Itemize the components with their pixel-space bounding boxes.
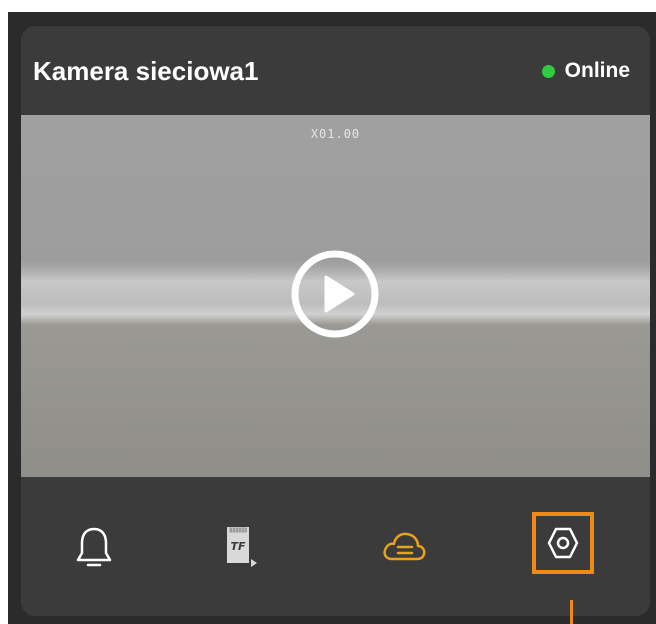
cloud-storage-button[interactable] (374, 517, 434, 577)
online-dot-icon (541, 64, 555, 78)
tf-card-button[interactable]: TF (211, 517, 271, 577)
video-preview[interactable]: X01.00 (21, 115, 650, 477)
camera-card: Kamera sieciowa1 Online X01.00 TF (21, 26, 650, 616)
tf-card-icon: TF (227, 527, 257, 567)
settings-icon (547, 527, 579, 559)
svg-text:TF: TF (230, 540, 246, 553)
play-button[interactable] (290, 249, 380, 339)
camera-toolbar: TF (21, 477, 650, 616)
callout-pointer (570, 600, 573, 624)
cloud-storage-icon (383, 532, 426, 561)
zoom-label: X01.00 (310, 127, 361, 141)
settings-button[interactable] (532, 512, 594, 574)
status-text: Online (564, 59, 630, 82)
bell-icon (76, 527, 112, 567)
status-badge: Online (541, 59, 630, 83)
camera-title: Kamera sieciowa1 (33, 56, 259, 86)
play-icon (291, 250, 379, 338)
camera-header: Kamera sieciowa1 Online (21, 26, 650, 116)
alarm-button[interactable] (64, 517, 124, 577)
